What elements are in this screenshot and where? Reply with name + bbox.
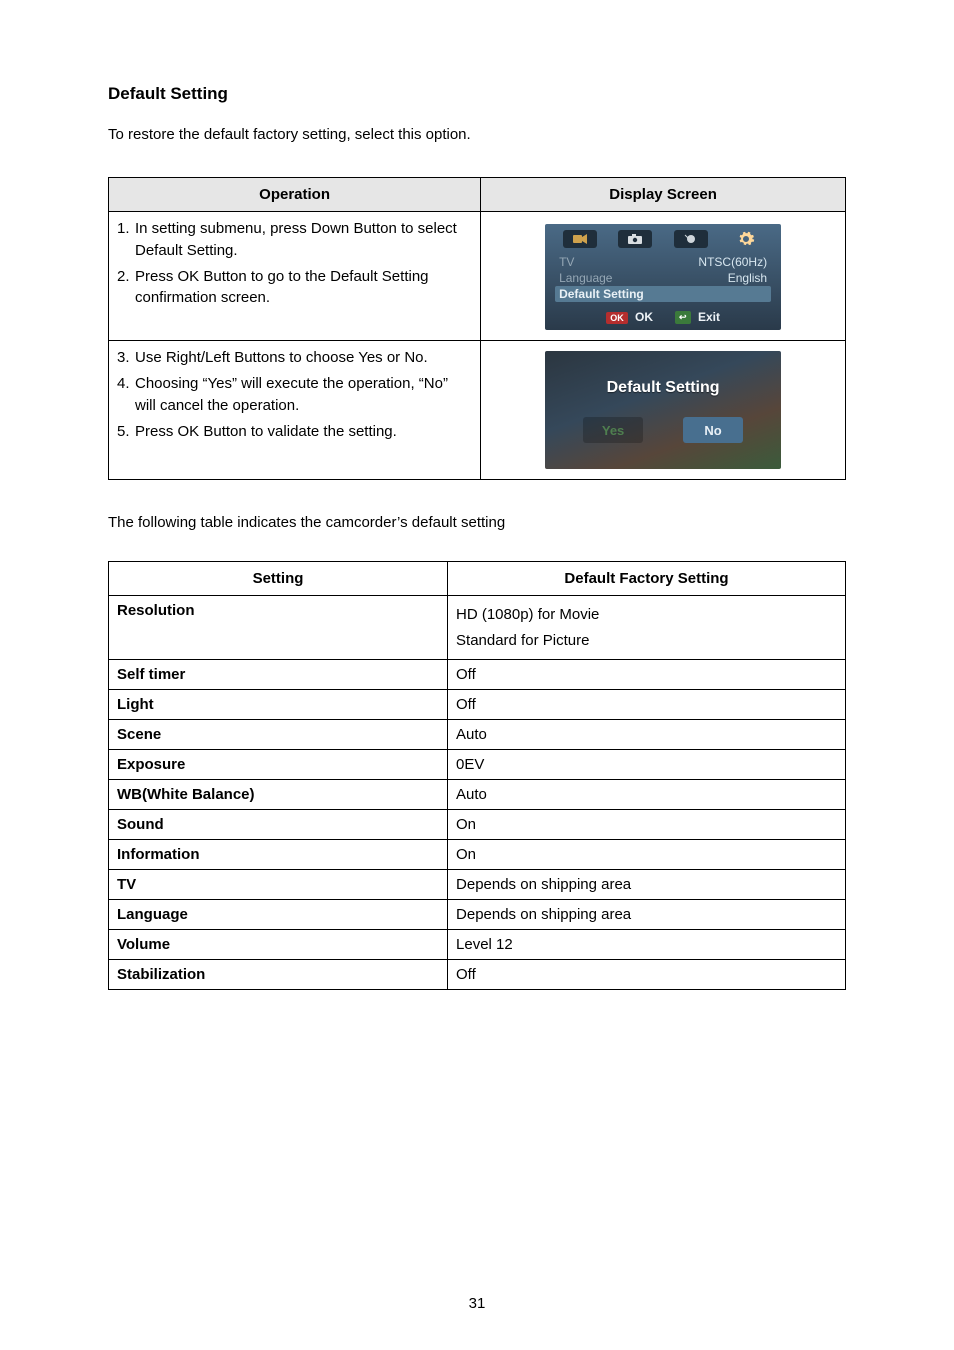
yes-option: Yes [583,417,643,443]
page-number: 31 [0,1295,954,1312]
step-text: Press OK Button to validate the setting. [135,421,472,443]
exit-indicator: ↩ Exit [675,310,720,324]
table-row: VolumeLevel 12 [109,930,846,960]
table-row: TVDepends on shipping area [109,870,846,900]
menu-value: English [728,271,767,285]
table-row: WB(White Balance)Auto [109,780,846,810]
table-row: InformationOn [109,840,846,870]
table-row: LightOff [109,690,846,720]
step-1: 1. In setting submenu, press Down Button… [117,218,472,262]
setting-value: Depends on shipping area [448,870,846,900]
setting-value: On [448,840,846,870]
setting-value: Depends on shipping area [448,900,846,930]
menu-value: NTSC(60Hz) [698,255,767,269]
page: Default Setting To restore the default f… [0,0,954,1350]
menu-rows: TV NTSC(60Hz) Language English Default S… [545,252,781,304]
step-2: 2. Press OK Button to go to the Default … [117,266,472,310]
setting-label: Sound [109,810,448,840]
table-row: 3. Use Right/Left Buttons to choose Yes … [109,341,846,480]
setting-label: Language [109,900,448,930]
intro-text: To restore the default factory setting, … [108,126,846,143]
setting-label: Stabilization [109,960,448,990]
setting-label: Volume [109,930,448,960]
setting-value: Auto [448,720,846,750]
setting-value: Off [448,690,846,720]
effects-tab-icon [674,230,708,248]
setting-value: Auto [448,780,846,810]
menu-row-tv: TV NTSC(60Hz) [555,254,771,270]
movie-tab-icon [563,230,597,248]
step-num: 1. [117,218,135,262]
table-row: Exposure0EV [109,750,846,780]
step-num: 2. [117,266,135,310]
page-title: Default Setting [108,84,846,104]
setting-label: Exposure [109,750,448,780]
step-text: Use Right/Left Buttons to choose Yes or … [135,347,472,369]
table-row: StabilizationOff [109,960,846,990]
step-text: In setting submenu, press Down Button to… [135,218,472,262]
step-text: Press OK Button to go to the Default Set… [135,266,472,310]
step-num: 3. [117,347,135,369]
menu-row-language: Language English [555,270,771,286]
setting-value: HD (1080p) for MovieStandard for Picture [448,596,846,660]
yes-no-row: Yes No [545,417,781,443]
screen-header: Display Screen [481,178,846,212]
ok-indicator: OK OK [606,310,653,324]
no-option: No [683,417,743,443]
setting-value: On [448,810,846,840]
step-text: Choosing “Yes” will execute the operatio… [135,373,472,417]
setting-value: Off [448,960,846,990]
step-num: 4. [117,373,135,417]
confirm-screen: Default Setting Yes No [545,351,781,469]
operation-table: Operation Display Screen 1. In setting s… [108,177,846,480]
camera-tab-icon [618,230,652,248]
exit-pill-icon: ↩ [675,311,691,324]
setting-label: Information [109,840,448,870]
steps-block-2: 3. Use Right/Left Buttons to choose Yes … [117,347,472,442]
ok-pill-icon: OK [606,312,628,324]
step-3: 3. Use Right/Left Buttons to choose Yes … [117,347,472,369]
setting-label: TV [109,870,448,900]
setting-value: 0EV [448,750,846,780]
menu-label: TV [559,255,574,269]
table-row: LanguageDepends on shipping area [109,900,846,930]
settings-menu-screen: TV NTSC(60Hz) Language English Default S… [545,224,781,330]
menu-row-default-setting: Default Setting [555,286,771,302]
setting-label: Light [109,690,448,720]
ok-label: OK [635,310,653,324]
bottom-bar: OK OK ↩ Exit [545,304,781,324]
table-row: 1. In setting submenu, press Down Button… [109,212,846,341]
gear-tab-icon [729,230,763,248]
table-row: SoundOn [109,810,846,840]
step-5: 5. Press OK Button to validate the setti… [117,421,472,443]
menu-label: Default Setting [559,287,644,301]
setting-header: Setting [109,562,448,596]
op-header: Operation [109,178,481,212]
default-settings-table: Setting Default Factory Setting Resoluti… [108,561,846,990]
confirm-title: Default Setting [545,379,781,397]
default-table-intro: The following table indicates the camcor… [108,514,846,531]
table-row: ResolutionHD (1080p) for MovieStandard f… [109,596,846,660]
setting-label: Scene [109,720,448,750]
setting-label: WB(White Balance) [109,780,448,810]
table-row: SceneAuto [109,720,846,750]
step-4: 4. Choosing “Yes” will execute the opera… [117,373,472,417]
exit-label: Exit [698,310,720,324]
step-num: 5. [117,421,135,443]
setting-value: Level 12 [448,930,846,960]
menu-label: Language [559,271,612,285]
tab-bar [545,230,781,252]
setting-label: Resolution [109,596,448,660]
setting-label: Self timer [109,660,448,690]
table-row: Self timerOff [109,660,846,690]
setting-value: Off [448,660,846,690]
steps-block-1: 1. In setting submenu, press Down Button… [117,218,472,309]
value-header: Default Factory Setting [448,562,846,596]
